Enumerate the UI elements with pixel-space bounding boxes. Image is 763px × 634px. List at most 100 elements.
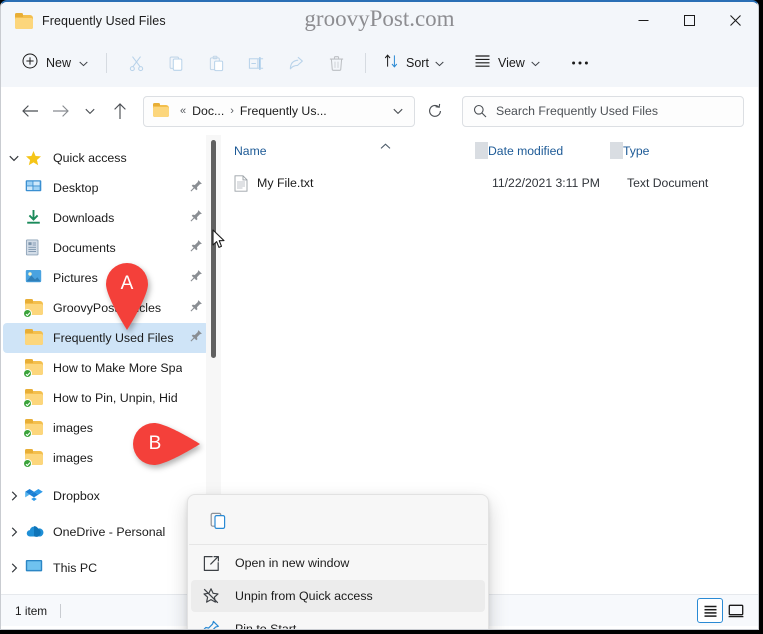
column-header-type[interactable]: Type [610, 135, 750, 167]
refresh-button[interactable] [420, 96, 450, 126]
file-name-cell: My File.txt [225, 174, 479, 192]
pin-icon [200, 620, 222, 629]
sidebar-item-downloads[interactable]: Downloads [3, 203, 209, 233]
copy-icon[interactable] [200, 505, 236, 537]
sidebar-item-this-pc[interactable]: This PC [3, 553, 209, 583]
back-button[interactable] [15, 96, 45, 126]
navigation-bar: « Doc... › Frequently Us... Search Frequ… [1, 87, 758, 135]
sidebar-scrollbar-thumb[interactable] [211, 140, 216, 358]
sync-badge-icon [23, 309, 32, 318]
sidebar-item-groovypost-articles[interactable]: GroovyPost Articles [3, 293, 209, 323]
dropbox-icon [25, 487, 45, 505]
sync-badge-icon [23, 429, 32, 438]
details-view-button[interactable] [697, 598, 723, 623]
sidebar-item-label: Desktop [53, 181, 99, 195]
sidebar-item-label: Frequently Used Files [53, 331, 174, 345]
context-menu-item-unpin-from-quick-access[interactable]: Unpin from Quick access [191, 580, 485, 612]
window-controls [620, 2, 758, 39]
sidebar-item-images-1[interactable]: images [3, 413, 209, 443]
pin-icon[interactable] [190, 299, 203, 317]
maximize-button[interactable] [666, 2, 712, 39]
toolbar-divider-1 [106, 53, 108, 73]
sidebar-item-images-2[interactable]: images [3, 443, 209, 473]
see-more-button[interactable] [560, 47, 600, 79]
column-divider [610, 142, 623, 159]
documents-icon [25, 239, 45, 257]
sidebar-item-label: Downloads [53, 211, 115, 225]
column-headers: Name Date modified Type [221, 135, 758, 167]
recent-locations-button[interactable] [75, 96, 105, 126]
pin-icon[interactable] [190, 329, 203, 347]
breadcrumb-overflow[interactable]: « [180, 105, 186, 117]
sidebar-item-label: Dropbox [53, 489, 100, 503]
copy-icon[interactable] [156, 47, 196, 79]
sidebar-item-pictures[interactable]: Pictures [3, 263, 209, 293]
sidebar-item-quick-access[interactable]: Quick access [3, 143, 209, 173]
chevron-right-icon[interactable] [3, 491, 25, 501]
sort-ascending-icon [367, 139, 391, 153]
search-input[interactable]: Search Frequently Used Files [462, 95, 744, 127]
minimize-button[interactable] [620, 2, 666, 39]
large-icons-view-button[interactable] [723, 598, 749, 623]
sidebar-item-label: Quick access [53, 151, 127, 165]
sync-badge-icon [23, 399, 32, 408]
breadcrumb-separator: › [230, 105, 234, 117]
chevron-down-icon [435, 54, 444, 72]
window-title: Frequently Used Files [42, 13, 166, 28]
sidebar-item-how-to-pin-unpin-hide[interactable]: How to Pin, Unpin, Hid [3, 383, 209, 413]
pin-icon[interactable] [190, 179, 203, 197]
context-menu: Open in new window Unpin from Quick acce… [187, 494, 489, 629]
folder-icon [23, 389, 45, 408]
plus-circle-icon [22, 53, 38, 74]
delete-icon[interactable] [316, 47, 356, 79]
forward-button[interactable] [45, 96, 75, 126]
file-explorer-window: Frequently Used Files groovyPost.com New [0, 0, 759, 630]
sidebar-item-label: How to Make More Spa [53, 361, 183, 375]
chevron-down-icon [531, 54, 540, 72]
sidebar-item-desktop[interactable]: Desktop [3, 173, 209, 203]
sort-button[interactable]: Sort [375, 48, 452, 79]
sidebar-item-label: This PC [53, 561, 98, 575]
downloads-icon [25, 209, 45, 227]
table-row[interactable]: My File.txt 11/22/2021 3:11 PM Text Docu… [225, 167, 754, 199]
star-icon [25, 149, 45, 167]
sidebar-item-how-to-make-more-space[interactable]: How to Make More Spa [3, 353, 209, 383]
address-bar[interactable]: « Doc... › Frequently Us... [143, 95, 415, 127]
folder-icon [23, 419, 45, 438]
cut-icon[interactable] [116, 47, 156, 79]
column-header-date-modified[interactable]: Date modified [475, 135, 610, 167]
breadcrumb-parent[interactable]: Doc... [190, 104, 226, 118]
context-menu-item-pin-to-start[interactable]: Pin to Start [191, 613, 485, 629]
sidebar-item-frequently-used-files[interactable]: Frequently Used Files [3, 323, 209, 353]
address-chevron-down-icon[interactable] [393, 108, 408, 115]
sort-icon [383, 53, 399, 74]
chevron-right-icon[interactable] [3, 527, 25, 537]
column-header-label: Name [234, 144, 267, 158]
context-menu-item-open-in-new-window[interactable]: Open in new window [191, 547, 485, 579]
sidebar-item-onedrive-personal[interactable]: OneDrive - Personal [3, 517, 209, 547]
sidebar-item-label: images [53, 421, 93, 435]
folder-icon [23, 299, 45, 318]
view-button[interactable]: View [466, 48, 548, 79]
folder-icon [23, 449, 45, 468]
breadcrumb-current[interactable]: Frequently Us... [238, 104, 329, 118]
close-button[interactable] [712, 2, 758, 39]
up-button[interactable] [105, 96, 135, 126]
new-button[interactable]: New [15, 48, 97, 79]
unpin-icon [200, 587, 222, 605]
rename-icon[interactable] [236, 47, 276, 79]
pin-icon[interactable] [190, 239, 203, 257]
chevron-down-icon[interactable] [3, 155, 25, 162]
sidebar-item-documents[interactable]: Documents [3, 233, 209, 263]
sidebar-item-label: images [53, 451, 93, 465]
pin-icon[interactable] [190, 209, 203, 227]
address-folder-icon [153, 102, 169, 118]
pictures-icon [25, 269, 45, 287]
column-header-name[interactable]: Name [221, 135, 475, 167]
pin-icon[interactable] [190, 269, 203, 287]
share-icon[interactable] [276, 47, 316, 79]
sidebar-item-dropbox[interactable]: Dropbox [3, 481, 209, 511]
chevron-right-icon[interactable] [3, 563, 25, 573]
view-button-label: View [497, 56, 525, 70]
paste-icon[interactable] [196, 47, 236, 79]
